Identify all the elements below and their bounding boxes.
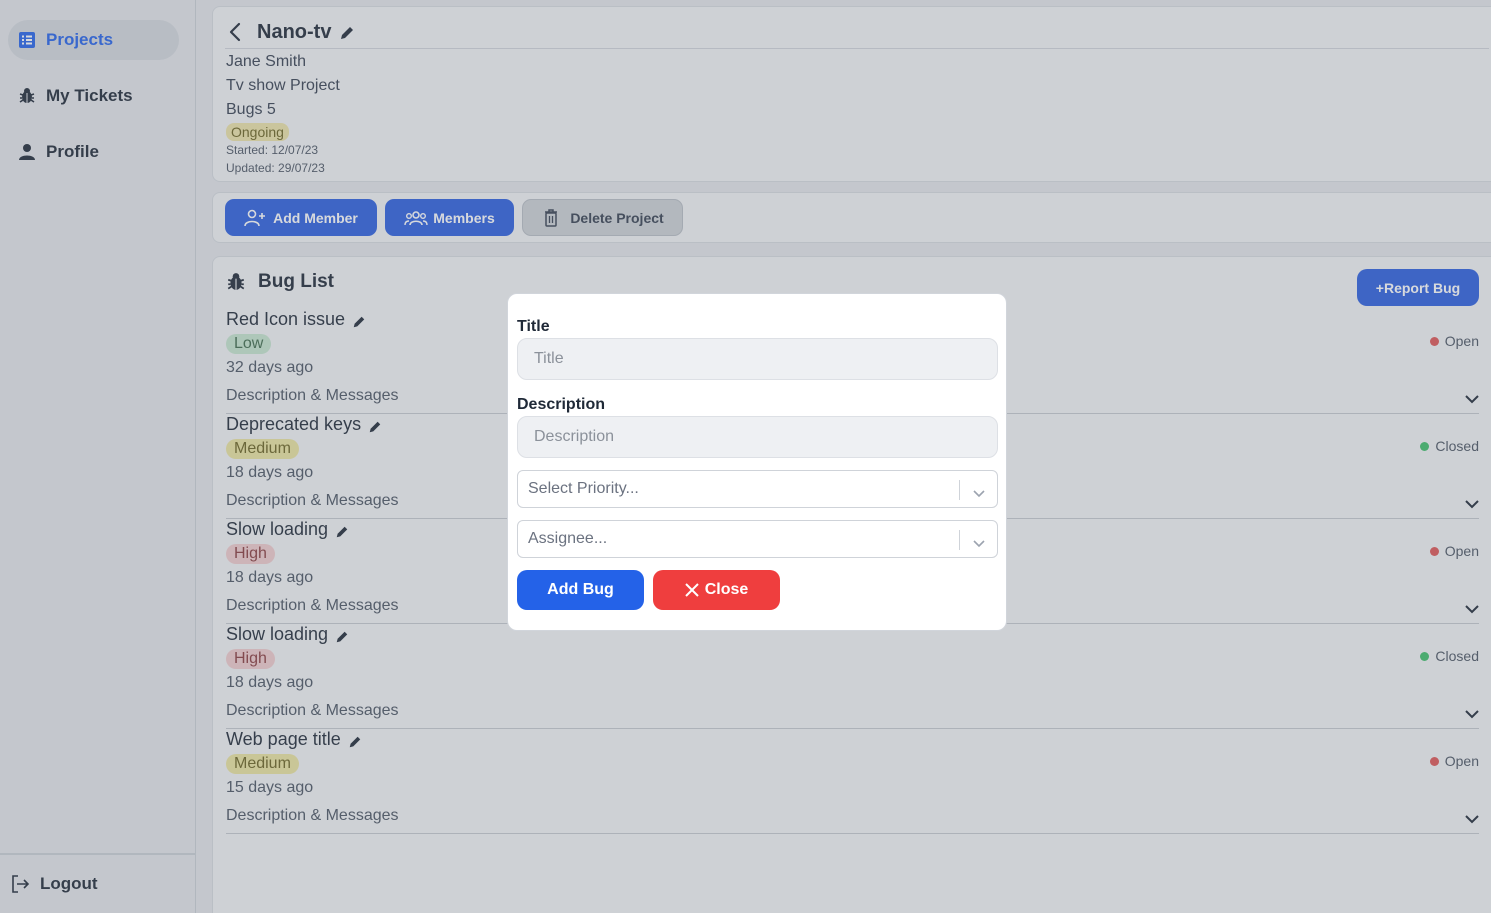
description-input[interactable] [517,416,998,458]
title-label: Title [517,318,550,335]
title-input[interactable] [517,338,998,380]
select-separator [959,480,960,500]
close-button[interactable]: Close [653,570,780,610]
chevron-down-icon [973,485,985,498]
chevron-down-icon [973,535,985,548]
close-label: Close [704,581,749,598]
assignee-select-placeholder: Assignee... [528,530,608,547]
description-label: Description [517,396,606,413]
priority-select-placeholder: Select Priority... [528,480,639,497]
assignee-select[interactable]: Assignee... [517,520,998,558]
priority-select[interactable]: Select Priority... [517,470,998,508]
report-bug-modal: Title Description Select Priority... Ass… [507,293,1007,631]
close-icon [684,583,699,597]
add-bug-button[interactable]: Add Bug [517,570,644,610]
select-separator [959,530,960,550]
